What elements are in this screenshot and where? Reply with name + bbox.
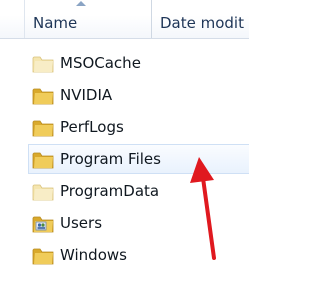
item-label: PerfLogs [60, 118, 124, 136]
item-label: Program Files [60, 150, 161, 168]
list-item-programdata[interactable]: ProgramData [28, 176, 249, 206]
list-item-users[interactable]: Users [28, 208, 249, 238]
folder-icon [32, 118, 54, 138]
sort-ascending-icon [76, 1, 86, 6]
item-label: ProgramData [60, 182, 160, 200]
column-header-bar: Name Date modit [0, 0, 249, 39]
list-item-program-files[interactable]: Program Files [28, 144, 249, 174]
list-item-msocache[interactable]: MSOCache [28, 48, 249, 78]
users-folder-icon [32, 214, 54, 234]
name-column-label: Name [33, 14, 78, 32]
item-label: Users [60, 214, 103, 232]
folder-icon [32, 150, 54, 170]
item-label: Windows [60, 246, 127, 264]
name-column-header[interactable]: Name [25, 0, 152, 38]
item-label: MSOCache [60, 54, 141, 72]
folder-icon [32, 246, 54, 266]
folder-icon [32, 86, 54, 106]
date-modified-column-header[interactable]: Date modit [152, 0, 249, 38]
list-item-nvidia[interactable]: NVIDIA [28, 80, 249, 110]
date-modified-column-label: Date modit [160, 14, 244, 32]
list-item-perflogs[interactable]: PerfLogs [28, 112, 249, 142]
item-label: NVIDIA [60, 86, 113, 104]
file-explorer-view: Name Date modit MSOCache NVIDIA PerfLogs… [0, 0, 249, 287]
folder-faded-icon [32, 54, 54, 74]
list-item-windows[interactable]: Windows [28, 240, 249, 270]
folder-faded-icon [32, 182, 54, 202]
